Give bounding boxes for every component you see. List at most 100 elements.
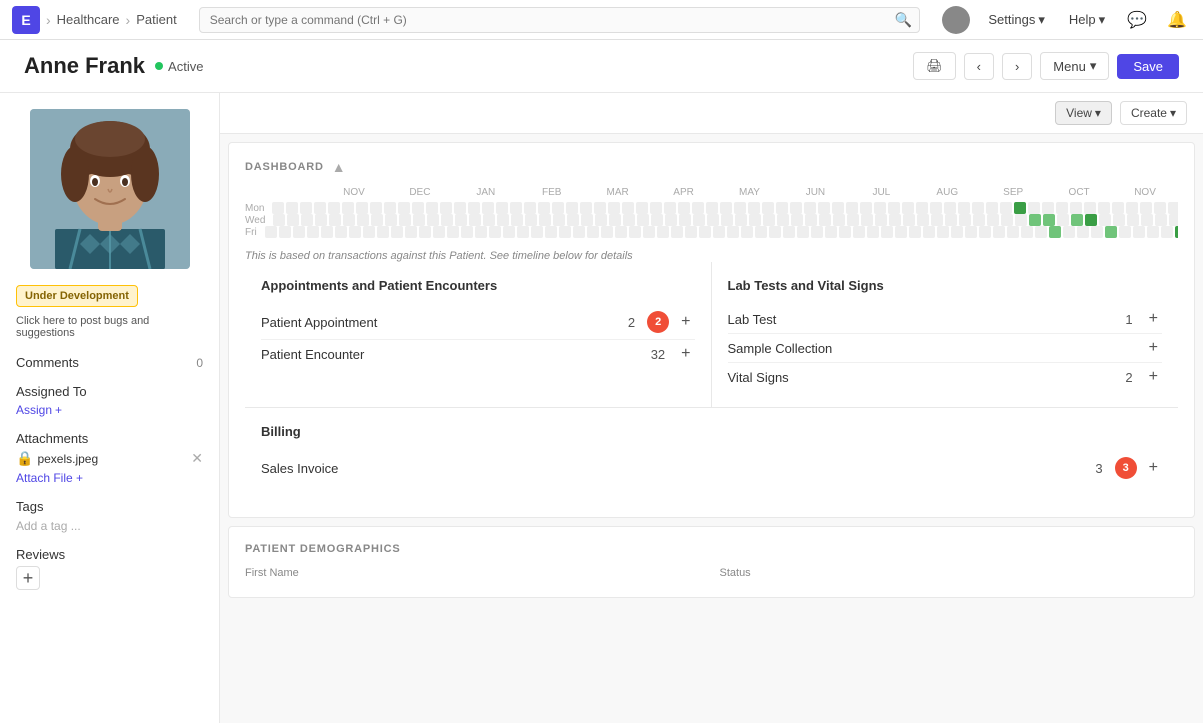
print-button[interactable]: 🖨 (913, 52, 956, 80)
lab-test-add-button[interactable]: + (1145, 311, 1162, 327)
month-mar: MAR (585, 187, 651, 198)
heatmap-cell (1014, 202, 1026, 214)
month-dec: DEC (387, 187, 453, 198)
heatmap-cell (1077, 226, 1089, 238)
add-tag-input[interactable]: Add a tag ... (16, 519, 81, 533)
settings-chevron-icon: ▾ (1038, 12, 1045, 28)
heatmap-cell (1001, 214, 1013, 226)
heatmap-months: NOV DEC JAN FEB MAR APR MAY JUN JUL AUG … (285, 187, 1178, 198)
heatmap-cell (860, 202, 872, 214)
vital-signs-add-button[interactable]: + (1145, 369, 1162, 385)
heatmap-cell (545, 226, 557, 238)
heatmap-cell (685, 226, 697, 238)
assign-button[interactable]: Assign + (16, 403, 203, 417)
appointments-col: Appointments and Patient Encounters Pati… (245, 262, 712, 407)
tags-label: Tags (16, 499, 43, 514)
patient-appointment-badge[interactable]: 2 (647, 311, 669, 333)
chat-icon[interactable]: 💬 (1123, 6, 1151, 34)
heatmap-cell (398, 202, 410, 214)
heatmap-cell (384, 202, 396, 214)
view-chevron-icon: ▾ (1095, 106, 1101, 120)
heatmap-cell (1007, 226, 1019, 238)
heatmap-cell (539, 214, 551, 226)
heatmap-cell (279, 226, 291, 238)
attachment-filename[interactable]: pexels.jpeg (37, 452, 98, 466)
month-oct: OCT (1046, 187, 1112, 198)
heatmap-cell (1043, 214, 1055, 226)
heatmap-cell (475, 226, 487, 238)
patient-appointment-add-button[interactable]: + (677, 314, 694, 330)
heatmap-cell (328, 202, 340, 214)
heatmap-cell (993, 226, 1005, 238)
avatar[interactable] (942, 6, 970, 34)
heatmap-cell (986, 202, 998, 214)
heatmap-cell (370, 202, 382, 214)
next-button[interactable]: › (1002, 53, 1032, 80)
heatmap-cell (720, 202, 732, 214)
heatmap-cell (286, 202, 298, 214)
dashboard-collapse-icon[interactable]: ▲ (332, 159, 347, 175)
view-button[interactable]: View ▾ (1055, 101, 1112, 125)
heatmap-cell (447, 226, 459, 238)
heatmap-cell (930, 202, 942, 214)
sample-collection-add-button[interactable]: + (1145, 340, 1162, 356)
attachments-section: Attachments 🔒 pexels.jpeg ✕ Attach File … (16, 431, 203, 485)
attachment-remove-button[interactable]: ✕ (191, 450, 203, 467)
heatmap-cell (1091, 226, 1103, 238)
comments-count: 0 (196, 356, 203, 370)
first-name-label: First Name (245, 567, 704, 579)
breadcrumb-healthcare[interactable]: Healthcare (57, 12, 120, 27)
breadcrumb-patient[interactable]: Patient (136, 12, 176, 27)
heatmap-cell (1155, 214, 1167, 226)
patient-appointment-row: Patient Appointment 2 2 + (261, 305, 695, 340)
add-review-button[interactable]: + (16, 566, 40, 590)
create-button[interactable]: Create ▾ (1120, 101, 1187, 125)
heatmap-cell (895, 226, 907, 238)
heatmap-cell (399, 214, 411, 226)
attach-file-button[interactable]: Attach File + (16, 471, 203, 485)
heatmap-cell (601, 226, 613, 238)
heatmap-cell (741, 226, 753, 238)
heatmap-cell (713, 226, 725, 238)
heatmap-cell (979, 226, 991, 238)
heatmap-row-fri: Fri (245, 226, 1178, 238)
heatmap-cell (748, 202, 760, 214)
search-input[interactable] (199, 7, 921, 33)
heatmap-cell (797, 226, 809, 238)
month-jun: JUN (782, 187, 848, 198)
comments-label: Comments (16, 355, 79, 370)
help-button[interactable]: Help ▾ (1063, 8, 1111, 32)
patient-photo (30, 109, 190, 269)
heatmap-cell (804, 202, 816, 214)
save-button[interactable]: Save (1117, 54, 1179, 79)
heatmap-cell (622, 202, 634, 214)
month-jan: JAN (453, 187, 519, 198)
status-field: Status (720, 567, 1179, 581)
comments-section: Comments 0 (16, 355, 203, 370)
bell-icon[interactable]: 🔔 (1163, 6, 1191, 34)
heatmap-cell (889, 214, 901, 226)
prev-button[interactable]: ‹ (964, 53, 994, 80)
page-title-area: Anne Frank Active (24, 53, 203, 79)
heatmap-cell (777, 214, 789, 226)
month-jul: JUL (848, 187, 914, 198)
sales-invoice-add-button[interactable]: + (1145, 460, 1162, 476)
settings-button[interactable]: Settings ▾ (982, 8, 1051, 32)
under-dev-badge[interactable]: Under Development (16, 285, 138, 307)
heatmap-cell (769, 226, 781, 238)
heatmap-cell (1049, 226, 1061, 238)
app-logo[interactable]: E (12, 6, 40, 34)
heatmap-cell (629, 226, 641, 238)
heatmap-cell (356, 202, 368, 214)
heatmap-cell (468, 202, 480, 214)
heatmap-cell (581, 214, 593, 226)
sales-invoice-badge[interactable]: 3 (1115, 457, 1137, 479)
heatmap-cell (461, 226, 473, 238)
heatmap-cells-fri (265, 226, 1178, 238)
heatmap-cell (1057, 214, 1069, 226)
search-icon: 🔍 (895, 11, 912, 28)
menu-button[interactable]: Menu ▾ (1040, 52, 1109, 80)
heatmap-cell (1141, 214, 1153, 226)
heatmap-cell (734, 202, 746, 214)
patient-encounter-add-button[interactable]: + (677, 346, 694, 362)
